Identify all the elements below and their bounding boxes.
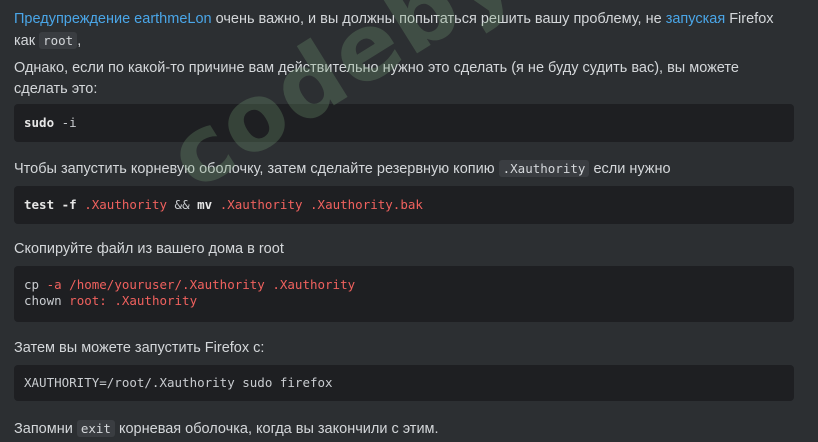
code-files: .Xauthority .Xauthority.bak [212,197,423,212]
code-command: cp [24,277,40,292]
paragraph-launch: Затем вы можете запустить Firefox с: [14,340,265,356]
paragraph-text: Запомни [14,421,77,437]
paragraph-copy: Скопируйте файл из вашего дома в root [14,241,284,257]
paragraph-text: Чтобы запустить корневую оболочку, затем… [14,161,499,177]
code-line: chown root: .Xauthority [24,293,784,309]
code-operator: && [167,197,198,212]
paragraph-text: если нужно [589,161,671,177]
code-arg: -i [54,115,77,130]
paragraph-warning: Предупреждение earthmeLon очень важно, и… [14,9,794,52]
paragraph-however: Однако, если по какой-то причине вам дей… [14,60,739,97]
launch-link[interactable]: запуская [666,11,725,27]
paragraph-exit: Запомни exit корневая оболочка, когда вы… [14,418,794,440]
code-file: .Xauthority [84,197,168,212]
author-link[interactable]: Предупреждение earthmeLon [14,11,212,27]
code-line: cp -a /home/youruser/.Xauthority .Xautho… [24,277,784,293]
inline-code-exit: exit [76,420,115,437]
paragraph-backup: Чтобы запустить корневую оболочку, затем… [14,158,794,180]
code-flag: -f [54,197,85,212]
paragraph-text: очень важно, и вы должны попытаться реши… [211,11,666,27]
code-command: chown [24,293,62,308]
inline-code-xauthority: .Xauthority [498,160,590,177]
code-command: sudo [24,115,55,130]
code-command: mv [197,197,213,212]
code-args: root: .Xauthority [61,293,198,308]
inline-code-root: root [39,32,78,49]
code-args: -a /home/youruser/.Xauthority .Xauthorit… [39,277,356,292]
code-command: test [24,197,55,212]
code-block-backup: test -f .Xauthority && mv .Xauthority .X… [14,186,794,224]
code-block-sudo: sudo -i [14,104,794,142]
paragraph-text: , [77,33,82,49]
paragraph-text: корневая оболочка, когда вы закончили с … [114,421,439,437]
code-block-firefox: XAUTHORITY=/root/.Xauthority sudo firefo… [14,365,794,401]
code-block-copy: cp -a /home/youruser/.Xauthority .Xautho… [14,266,794,322]
